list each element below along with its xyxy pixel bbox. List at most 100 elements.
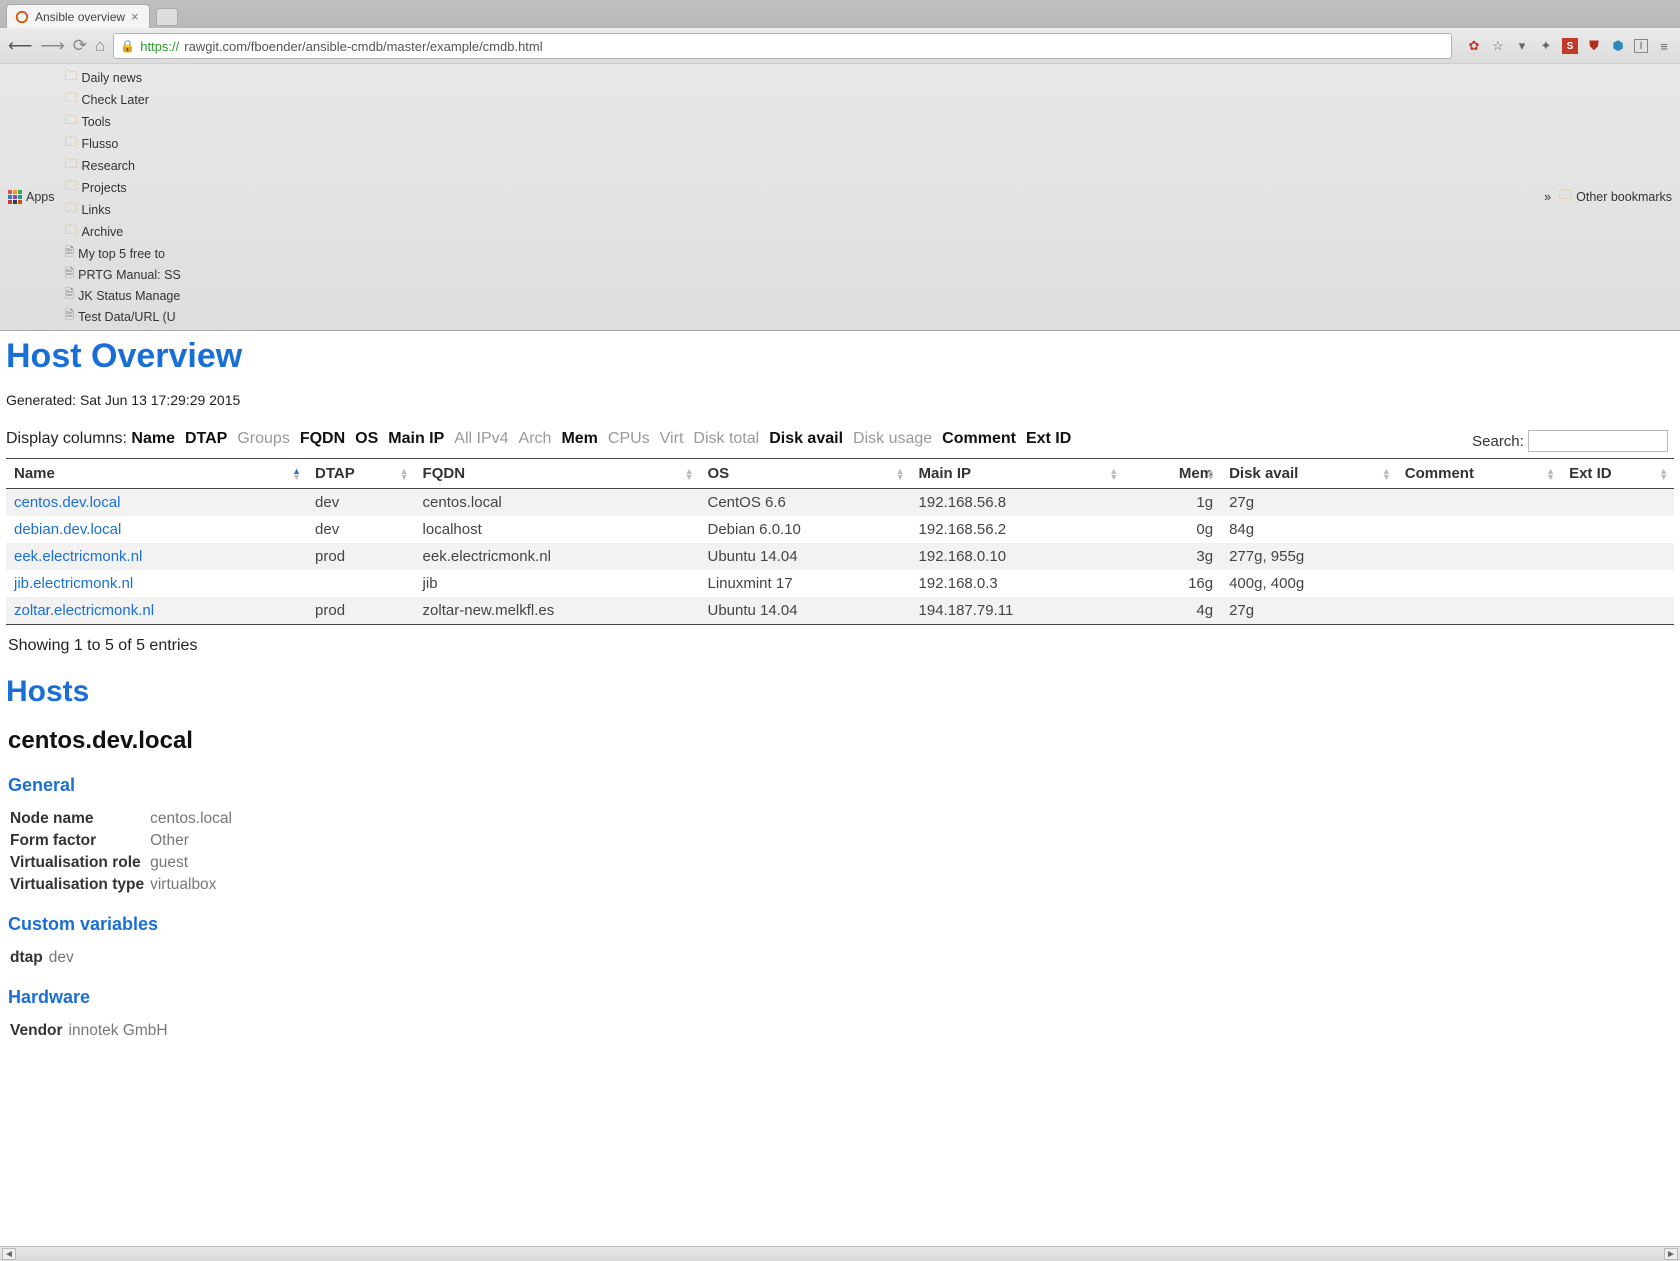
sort-icon: ▲▼ — [1659, 468, 1668, 480]
folder-icon: 🗀 — [65, 177, 78, 199]
back-button[interactable]: ⟵ — [8, 36, 32, 56]
column-header[interactable]: Comment▲▼ — [1397, 459, 1561, 489]
ext-icon[interactable]: ✿ — [1466, 38, 1482, 54]
table-cell: Linuxmint 17 — [699, 570, 910, 597]
host-link[interactable]: eek.electricmonk.nl — [14, 548, 142, 565]
apps-grid-icon — [8, 190, 22, 204]
forward-button[interactable]: ⟶ — [40, 36, 64, 56]
scroll-left-icon[interactable]: ◄ — [2, 1248, 16, 1260]
host-link[interactable]: jib.electricmonk.nl — [14, 575, 133, 592]
bookmark-label: My top 5 free to — [78, 247, 165, 261]
bookmark-item[interactable]: 🗀Daily news — [65, 67, 181, 89]
bookmark-item[interactable]: 🗀Projects — [65, 177, 181, 199]
ext-icon[interactable]: ✦ — [1538, 38, 1554, 54]
column-header[interactable]: DTAP▲▼ — [307, 459, 415, 489]
bookmark-item[interactable]: 🗀Links — [65, 199, 181, 221]
ext-icon[interactable]: ☆ — [1490, 38, 1506, 54]
column-toggle[interactable]: Main IP — [388, 430, 444, 447]
column-toggle[interactable]: Name — [131, 430, 175, 447]
sort-icon: ▲▼ — [1109, 468, 1118, 480]
column-toggle[interactable]: All IPv4 — [454, 430, 508, 447]
address-bar[interactable]: 🔒 https://rawgit.com/fboender/ansible-cm… — [113, 33, 1452, 59]
bookmark-item[interactable]: 🗎PRTG Manual: SS — [65, 264, 181, 285]
bookmark-item[interactable]: 🗎My top 5 free to — [65, 243, 181, 264]
browser-tab[interactable]: Ansible overview × — [6, 4, 150, 28]
bookmark-item[interactable]: 🗀Check Later — [65, 89, 181, 111]
table-cell — [1397, 489, 1561, 517]
column-toggle[interactable]: CPUs — [608, 430, 650, 447]
column-toggle[interactable]: Arch — [519, 430, 552, 447]
column-toggle[interactable]: OS — [355, 430, 378, 447]
sort-icon: ▲▼ — [896, 468, 905, 480]
reload-button[interactable]: ⟳ — [73, 36, 87, 56]
column-header[interactable]: OS▲▼ — [699, 459, 910, 489]
search-input[interactable] — [1528, 430, 1668, 452]
column-toggle[interactable]: Disk usage — [853, 430, 932, 447]
table-cell: CentOS 6.6 — [699, 489, 910, 517]
bookmark-item[interactable]: 🗎Test Data/URL (U — [65, 306, 181, 327]
bookmark-item[interactable]: 🗀Tools — [65, 111, 181, 133]
column-toggle[interactable]: Mem — [561, 430, 597, 447]
table-cell — [1397, 516, 1561, 543]
kv-value: guest — [150, 852, 238, 874]
table-cell — [1561, 516, 1674, 543]
table-body: centos.dev.localdevcentos.localCentOS 6.… — [6, 489, 1674, 625]
folder-icon: 🗀 — [65, 89, 78, 111]
host-link[interactable]: debian.dev.local — [14, 521, 121, 538]
kv-row: Virtualisation roleguest — [10, 852, 238, 874]
extension-icons: ✿ ☆ ▾ ✦ S ⛊ ⬢ I ≡ — [1460, 38, 1672, 54]
home-button[interactable]: ⌂ — [95, 36, 105, 56]
column-header[interactable]: FQDN▲▼ — [415, 459, 700, 489]
table-cell: Ubuntu 14.04 — [699, 597, 910, 625]
table-cell: eek.electricmonk.nl — [6, 543, 307, 570]
page-icon: 🗎 — [65, 264, 75, 285]
column-toggle[interactable]: Groups — [237, 430, 289, 447]
table-cell: 0g — [1124, 516, 1221, 543]
bookmark-overflow[interactable]: » — [1544, 190, 1551, 204]
table-cell: dev — [307, 516, 415, 543]
bookmark-item[interactable]: 🗀Research — [65, 155, 181, 177]
ext-icon[interactable]: ⬢ — [1610, 38, 1626, 54]
column-toggle[interactable]: Disk total — [693, 430, 759, 447]
column-header[interactable]: Name▲▼ — [6, 459, 307, 489]
page-scroll[interactable]: Host Overview Generated: Sat Jun 13 17:2… — [0, 331, 1680, 1261]
column-toggle[interactable]: Virt — [660, 430, 684, 447]
column-toggle[interactable]: FQDN — [300, 430, 345, 447]
column-header[interactable]: Mem▲▼ — [1124, 459, 1221, 489]
sort-icon: ▲▼ — [400, 468, 409, 480]
tab-strip: Ansible overview × — [0, 0, 1680, 28]
host-link[interactable]: zoltar.electricmonk.nl — [14, 602, 154, 619]
table-cell — [1561, 597, 1674, 625]
menu-icon[interactable]: ≡ — [1656, 38, 1672, 54]
kv-row: Node namecentos.local — [10, 808, 238, 830]
ext-icon[interactable]: I — [1634, 39, 1648, 53]
column-header[interactable]: Ext ID▲▼ — [1561, 459, 1674, 489]
column-toggle[interactable]: Ext ID — [1026, 430, 1071, 447]
column-header[interactable]: Main IP▲▼ — [911, 459, 1125, 489]
apps-button[interactable]: Apps — [8, 190, 55, 204]
column-toggle[interactable]: Comment — [942, 430, 1016, 447]
tab-close-icon[interactable]: × — [131, 9, 139, 24]
bookmark-item[interactable]: 🗀Archive — [65, 221, 181, 243]
table-cell: dev — [307, 489, 415, 517]
ublock-icon[interactable]: ⛊ — [1586, 38, 1602, 54]
column-toggle[interactable]: DTAP — [185, 430, 227, 447]
bookmark-item[interactable]: 🗎JK Status Manage — [65, 285, 181, 306]
horizontal-scrollbar[interactable]: ◄ ► — [0, 1246, 1680, 1261]
other-bookmarks[interactable]: 🗀 Other bookmarks — [1559, 186, 1672, 208]
table-cell: 27g — [1221, 597, 1397, 625]
hosts-heading: Hosts — [6, 675, 1674, 709]
table-cell: 4g — [1124, 597, 1221, 625]
host-link[interactable]: centos.dev.local — [14, 494, 120, 511]
table-cell: 277g, 955g — [1221, 543, 1397, 570]
page-icon: 🗎 — [65, 306, 75, 327]
table-cell: 1g — [1124, 489, 1221, 517]
scriptsafe-icon[interactable]: S — [1562, 38, 1578, 54]
new-tab-button[interactable] — [156, 8, 178, 26]
column-toggle[interactable]: Disk avail — [769, 430, 843, 447]
table-cell: 3g — [1124, 543, 1221, 570]
scroll-right-icon[interactable]: ► — [1664, 1248, 1678, 1260]
column-header[interactable]: Disk avail▲▼ — [1221, 459, 1397, 489]
pocket-icon[interactable]: ▾ — [1514, 38, 1530, 54]
bookmark-item[interactable]: 🗀Flusso — [65, 133, 181, 155]
